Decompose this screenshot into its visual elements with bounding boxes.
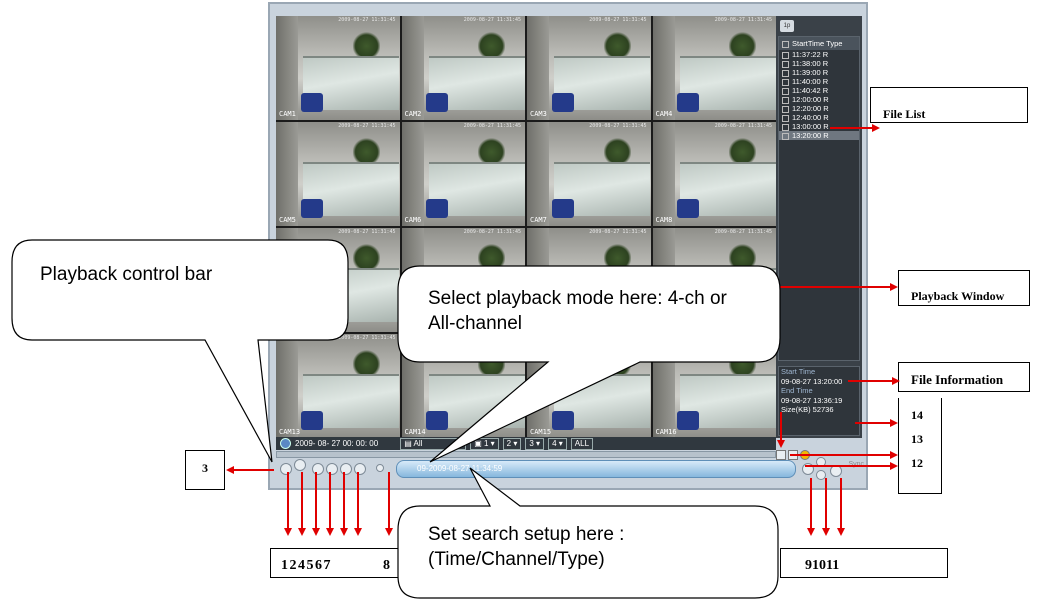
callout-search-text: Set search setup here : (Time/Channel/Ty… [428,524,625,570]
callout-control-bar-text: Playback control bar [40,264,213,285]
callout-mode-text: Select playback mode here: 4-ch or All-c… [428,288,727,334]
